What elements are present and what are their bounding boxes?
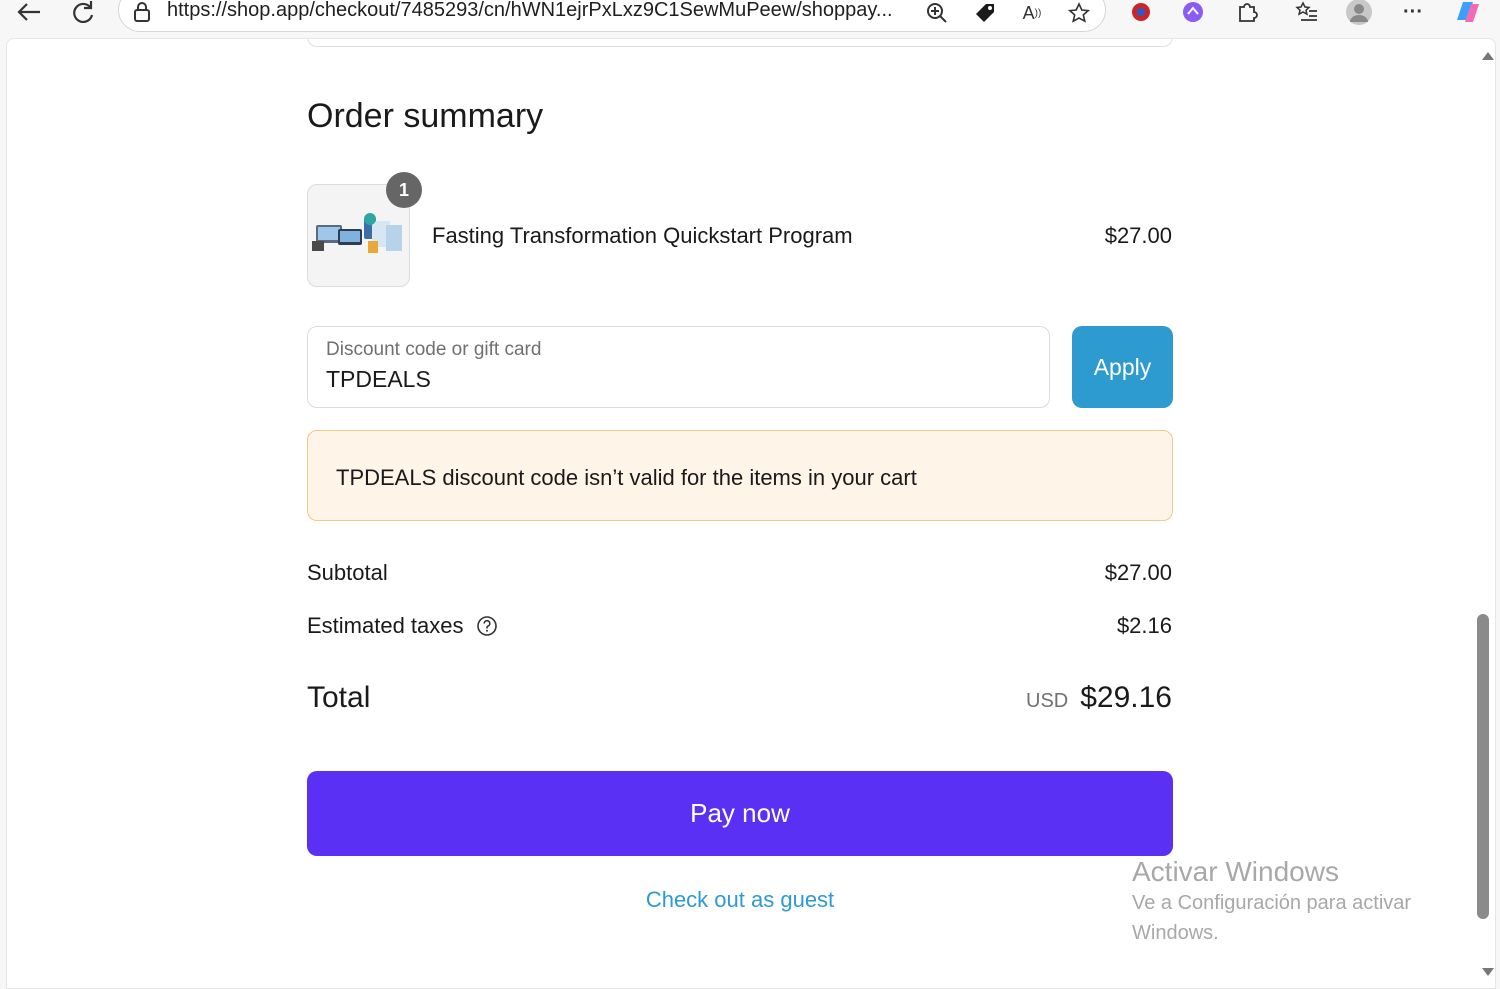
question-circle-icon[interactable]: [476, 615, 498, 637]
apply-button[interactable]: Apply: [1072, 326, 1173, 408]
estimated-taxes-label: Estimated taxes: [307, 613, 464, 638]
favorites-list-icon[interactable]: [1294, 0, 1320, 24]
lock-icon[interactable]: [131, 1, 153, 23]
extension-purple-icon[interactable]: [1180, 0, 1206, 24]
profile-avatar-icon[interactable]: [1344, 0, 1374, 25]
product-name: Fasting Transformation Quickstart Progra…: [432, 223, 853, 248]
reload-icon[interactable]: [68, 0, 98, 24]
extension-bug-icon[interactable]: [1128, 0, 1154, 24]
total-currency: USD: [1026, 690, 1069, 712]
extensions-puzzle-icon[interactable]: [1234, 0, 1260, 24]
url-text[interactable]: https://shop.app/checkout/7485293/cn/hWN…: [167, 0, 893, 22]
scroll-up-arrow-icon[interactable]: [1482, 52, 1494, 60]
favorite-star-icon[interactable]: [1067, 1, 1091, 25]
browser-toolbar: https://shop.app/checkout/7485293/cn/hWN…: [0, 0, 1500, 36]
subtotal-label: Subtotal: [307, 560, 388, 585]
previous-section-edge: [307, 39, 1173, 47]
discount-code-field[interactable]: Discount code or gift card: [307, 326, 1050, 408]
zoom-icon[interactable]: [925, 1, 949, 25]
copilot-icon[interactable]: [1452, 0, 1484, 24]
scroll-down-arrow-icon[interactable]: [1482, 968, 1494, 976]
order-summary-title: Order summary: [307, 97, 544, 135]
discount-field-label: Discount code or gift card: [326, 339, 542, 360]
subtotal-value: $27.00: [1104, 560, 1172, 585]
back-arrow-icon[interactable]: [14, 0, 44, 24]
discount-warning-text: TPDEALS discount code isn’t valid for th…: [336, 465, 917, 490]
scrollbar-thumb[interactable]: [1477, 614, 1489, 919]
price-tag-icon[interactable]: [973, 1, 997, 25]
windows-activation-watermark: Activar Windows Ve a Configuración para …: [1132, 856, 1452, 948]
total-label: Total: [307, 681, 371, 714]
quantity-badge: 1: [386, 172, 422, 208]
estimated-taxes-row: Estimated taxes: [307, 613, 498, 639]
read-aloud-icon[interactable]: A)): [1019, 1, 1045, 25]
product-price: $27.00: [1104, 223, 1172, 248]
pay-now-button[interactable]: Pay now: [307, 771, 1173, 856]
total-amount: USD $29.16: [1026, 681, 1172, 715]
discount-code-input[interactable]: [326, 366, 926, 393]
product-thumbnail: 1: [307, 172, 422, 287]
estimated-taxes-value: $2.16: [1116, 613, 1172, 638]
watermark-subtitle: Ve a Configuración para activar Windows.: [1132, 892, 1412, 944]
total-value: $29.16: [1080, 681, 1172, 714]
page-viewport: Order summary 1 Fasting Transformation Q…: [6, 38, 1496, 989]
address-bar[interactable]: https://shop.app/checkout/7485293/cn/hWN…: [118, 0, 1106, 32]
discount-warning-banner: TPDEALS discount code isn’t valid for th…: [307, 430, 1173, 521]
watermark-title: Activar Windows: [1132, 856, 1339, 887]
more-menu-icon[interactable]: ···: [1400, 0, 1426, 24]
